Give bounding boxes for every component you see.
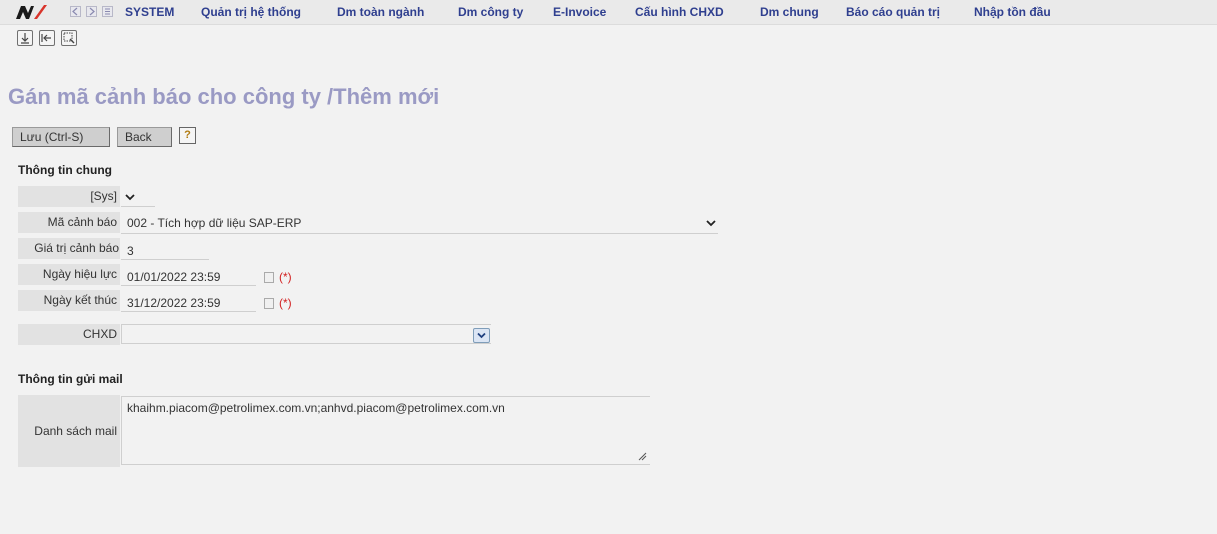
zoom-select-icon[interactable] [61, 30, 77, 46]
required-mark: (*) [279, 270, 292, 284]
ngay-hieu-luc-underline [121, 285, 256, 286]
nav-prev-icon[interactable] [70, 6, 81, 17]
general-info-title: Thông tin chung [18, 163, 112, 177]
ngay-ket-thuc-label: Ngày kết thúc [18, 290, 120, 311]
import-icon[interactable] [17, 30, 33, 46]
ngay-hieu-luc-label: Ngày hiệu lực [18, 264, 120, 285]
ma-canh-bao-select[interactable]: 002 - Tích hợp dữ liệu SAP-ERP [127, 216, 301, 230]
back-arrow-icon[interactable] [39, 30, 55, 46]
menu-e-invoice[interactable]: E-Invoice [553, 5, 606, 19]
gia-tri-field-underline [121, 259, 209, 260]
calendar-icon[interactable] [264, 298, 274, 309]
menu-cau-hinh-chxd[interactable]: Cấu hình CHXD [635, 5, 724, 19]
ma-canh-bao-label: Mã cảnh báo [18, 212, 120, 233]
menu-bao-cao-quan-tri[interactable]: Báo cáo quản trị [846, 5, 940, 19]
nav-next-icon[interactable] [86, 6, 97, 17]
menu-dm-chung[interactable]: Dm chung [760, 5, 819, 19]
chxd-dropdown-icon[interactable] [473, 328, 490, 343]
chxd-select[interactable] [121, 324, 491, 344]
sys-label: [Sys] [18, 186, 120, 207]
chxd-label: CHXD [18, 324, 120, 345]
ngay-ket-thuc-input[interactable]: 31/12/2022 23:59 [127, 296, 220, 310]
resize-handle-icon[interactable] [637, 451, 647, 461]
ma-canh-bao-select-underline [121, 233, 718, 234]
menu-quan-tri-he-thong[interactable]: Quản trị hệ thống [201, 5, 301, 19]
mail-list-label: Danh sách mail [18, 395, 120, 467]
mail-list-textarea[interactable]: khaihm.piacom@petrolimex.com.vn;anhvd.pi… [121, 396, 650, 465]
ngay-hieu-luc-input[interactable]: 01/01/2022 23:59 [127, 270, 220, 284]
ma-canh-bao-chevron-icon[interactable] [706, 219, 716, 227]
nav-menu-icon[interactable] [102, 6, 113, 17]
gia-tri-canh-bao-label: Giá trị cảnh báo [18, 238, 120, 259]
ngay-ket-thuc-underline [121, 311, 256, 312]
required-mark: (*) [279, 296, 292, 310]
help-icon[interactable]: ? [179, 127, 196, 144]
back-button[interactable]: Back [117, 127, 172, 147]
calendar-icon[interactable] [264, 272, 274, 283]
menu-dm-cong-ty[interactable]: Dm công ty [458, 5, 523, 19]
save-button[interactable]: Lưu (Ctrl-S) [12, 127, 110, 147]
menu-nhap-ton-dau[interactable]: Nhập tồn đầu [974, 5, 1051, 19]
menu-dm-toan-nganh[interactable]: Dm toàn ngành [337, 5, 424, 19]
gia-tri-canh-bao-input[interactable]: 3 [127, 244, 134, 258]
top-menu-bar: SYSTEM Quản trị hệ thống Dm toàn ngành D… [0, 0, 1217, 25]
mail-info-title: Thông tin gửi mail [18, 372, 123, 386]
page-title: Gán mã cảnh báo cho công ty /Thêm mới [8, 84, 440, 109]
app-logo [16, 5, 47, 19]
menu-system[interactable]: SYSTEM [125, 5, 174, 19]
sys-field-underline [121, 206, 155, 207]
sys-select-chevron-icon[interactable] [125, 193, 135, 201]
